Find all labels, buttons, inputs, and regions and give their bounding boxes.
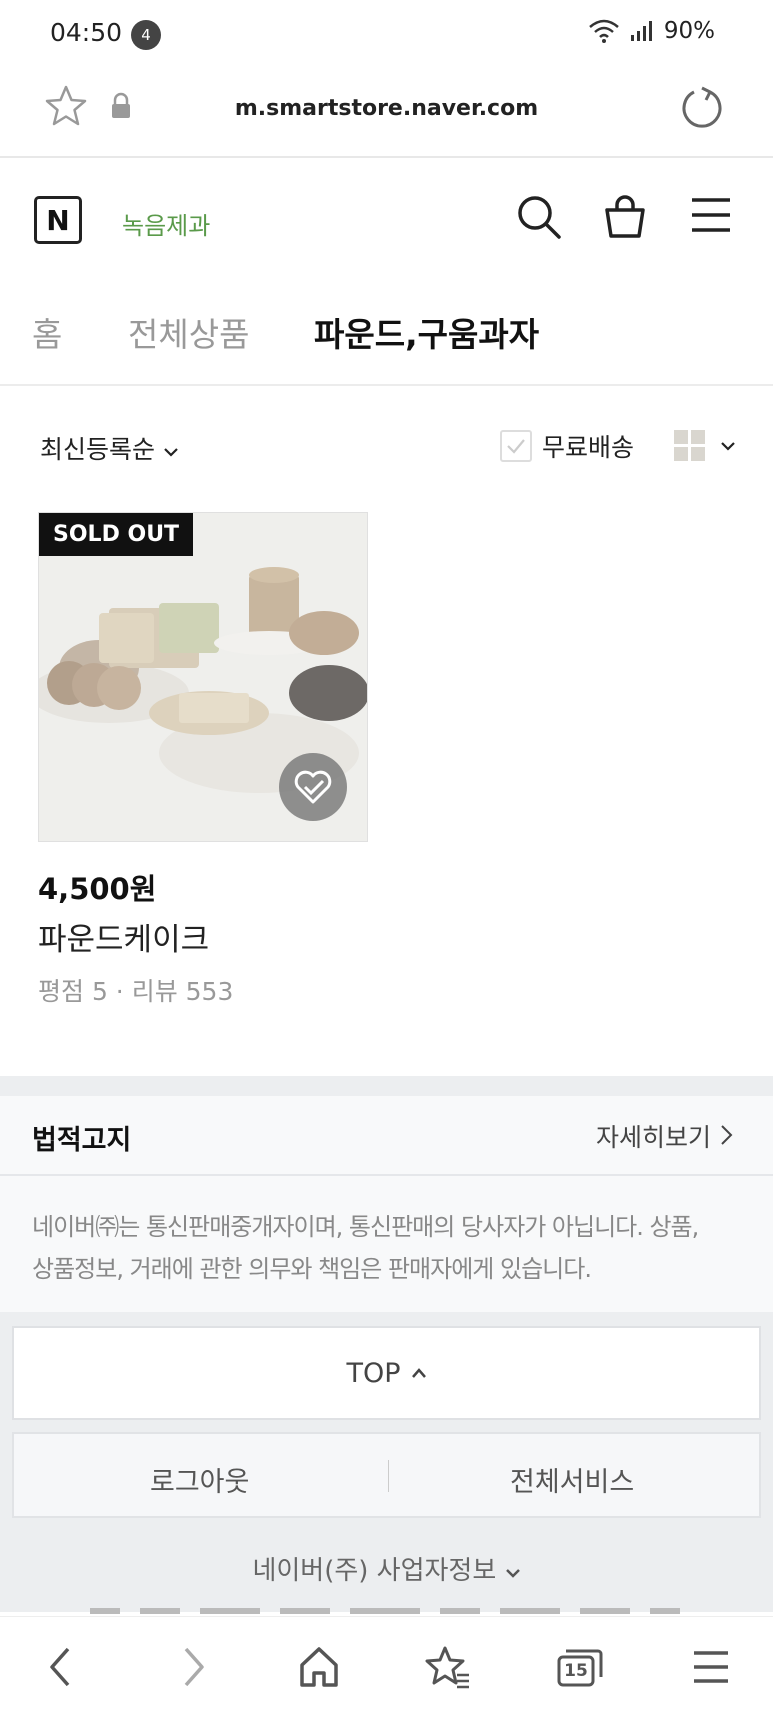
tab-all-products[interactable]: 전체상품 bbox=[128, 308, 249, 356]
account-row: 로그아웃 전체서비스 bbox=[12, 1432, 761, 1518]
top-label: TOP bbox=[346, 1357, 401, 1389]
hamburger-menu-icon[interactable] bbox=[690, 194, 732, 236]
legal-notice-line: 네이버㈜는 통신판매중개자이며, 통신판매의 당사자가 아닙니다. 상품, bbox=[32, 1213, 699, 1241]
signal-icon bbox=[630, 21, 652, 41]
free-shipping-checkbox[interactable] bbox=[500, 430, 532, 462]
store-name[interactable]: 녹음제과 bbox=[122, 206, 210, 241]
grid-view-icon bbox=[674, 430, 705, 461]
heart-check-icon bbox=[294, 770, 332, 804]
free-shipping-label: 무료배송 bbox=[542, 433, 635, 462]
tab-home[interactable]: 홈 bbox=[32, 308, 62, 356]
status-indicators: 90% bbox=[588, 18, 715, 44]
product-image[interactable]: SOLD OUT bbox=[38, 512, 368, 842]
tab-count: 15 bbox=[564, 1661, 588, 1681]
chevron-down-icon bbox=[505, 1569, 520, 1578]
search-icon[interactable] bbox=[516, 194, 562, 240]
sold-out-badge: SOLD OUT bbox=[39, 513, 194, 556]
chevron-down-icon bbox=[721, 442, 735, 451]
shopping-bag-icon[interactable] bbox=[602, 194, 648, 240]
tab-pound-baked[interactable]: 파운드,구움과자 bbox=[314, 308, 539, 356]
chevron-right-icon bbox=[721, 1125, 733, 1145]
sort-label: 최신등록순 bbox=[40, 435, 156, 464]
url-text[interactable]: m.smartstore.naver.com bbox=[0, 96, 773, 121]
forward-icon[interactable] bbox=[180, 1645, 208, 1689]
tabs-button[interactable]: 15 bbox=[556, 1645, 604, 1689]
notification-count-badge: 4 bbox=[131, 20, 161, 50]
home-icon[interactable] bbox=[298, 1645, 340, 1689]
sort-dropdown[interactable]: 최신등록순 bbox=[40, 430, 179, 466]
wifi-icon bbox=[589, 19, 619, 43]
category-tabs: 홈 전체상품 파운드,구움과자 bbox=[0, 290, 773, 386]
legal-more-link[interactable]: 자세히보기 bbox=[596, 1118, 733, 1154]
product-price[interactable]: 4,500원 bbox=[38, 866, 156, 908]
back-icon[interactable] bbox=[46, 1645, 74, 1689]
legal-notice-title: 법적고지 bbox=[32, 1125, 132, 1156]
bookmarks-icon[interactable] bbox=[425, 1645, 471, 1689]
filter-row: 최신등록순 무료배송 bbox=[0, 420, 773, 470]
product-rating-review: 평점 5 · 리뷰 553 bbox=[38, 977, 234, 1006]
divider bbox=[388, 1460, 389, 1492]
logout-button[interactable]: 로그아웃 bbox=[150, 1460, 249, 1499]
browser-bottom-nav: 15 bbox=[0, 1616, 773, 1718]
free-shipping-filter[interactable]: 무료배송 bbox=[500, 428, 634, 464]
status-bar: 04:50 4 90% bbox=[0, 0, 773, 66]
product-name[interactable]: 파운드케이크 bbox=[38, 914, 209, 959]
wishlist-button[interactable] bbox=[279, 753, 347, 821]
check-icon bbox=[507, 439, 525, 454]
legal-notice-text: 네이버㈜는 통신판매중개자이며, 통신판매의 당사자가 아닙니다. 상품, 상품… bbox=[0, 1176, 773, 1312]
section-divider bbox=[0, 1076, 773, 1096]
scroll-top-button[interactable]: TOP bbox=[12, 1326, 761, 1420]
browser-url-bar: m.smartstore.naver.com bbox=[0, 66, 773, 158]
business-info-label: 네이버(주) 사업자정보 bbox=[252, 1556, 497, 1586]
cut-off-text-fragments bbox=[90, 1608, 680, 1614]
status-time: 04:50 bbox=[50, 18, 123, 47]
chevron-up-icon bbox=[411, 1368, 426, 1378]
reload-icon[interactable] bbox=[680, 86, 724, 130]
naver-logo[interactable]: N bbox=[34, 196, 82, 244]
chevron-down-icon bbox=[164, 448, 178, 457]
all-services-button[interactable]: 전체서비스 bbox=[510, 1460, 634, 1499]
legal-more-label: 자세히보기 bbox=[596, 1123, 712, 1152]
battery-level: 90% bbox=[663, 18, 715, 44]
truncated-text bbox=[90, 1600, 690, 1616]
menu-icon[interactable] bbox=[692, 1645, 730, 1689]
business-info-toggle[interactable]: 네이버(주) 사업자정보 bbox=[0, 1550, 773, 1587]
legal-notice-line: 상품정보, 거래에 관한 의무와 책임은 판매자에게 있습니다. bbox=[32, 1255, 592, 1283]
view-mode-toggle[interactable] bbox=[674, 430, 736, 462]
legal-notice-header: 법적고지 자세히보기 bbox=[0, 1096, 773, 1176]
store-header: N 녹음제과 bbox=[0, 160, 773, 280]
